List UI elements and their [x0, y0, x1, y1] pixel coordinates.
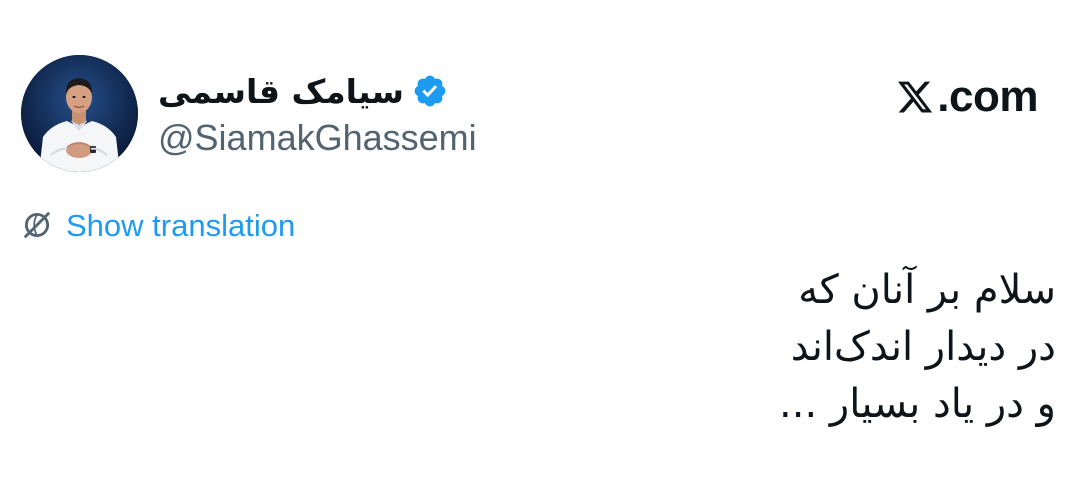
verified-badge-icon — [414, 75, 446, 107]
brand-domain: .com — [937, 72, 1038, 121]
tweet-text: سلام بر آنان که در دیدار اندک‌اند و در ی… — [356, 262, 1056, 433]
avatar[interactable] — [21, 55, 138, 172]
brand-logo: .com — [895, 72, 1038, 122]
author-handle[interactable]: @SiamakGhassemi — [158, 118, 477, 158]
show-translation-label[interactable]: Show translation — [66, 210, 295, 241]
x-logo-icon — [898, 81, 933, 113]
tweet-card: سیامک قاسمی @SiamakGhassemi .com Show tr… — [0, 0, 1080, 489]
tweet-line: و در یاد بسیار ... — [779, 381, 1056, 427]
display-name[interactable]: سیامک قاسمی — [158, 75, 404, 108]
show-translation-link[interactable]: Show translation — [20, 203, 295, 247]
globe-icon — [24, 212, 50, 238]
avatar-photo — [21, 55, 138, 172]
tweet-line: در دیدار اندک‌اند — [790, 324, 1056, 370]
author-name-row[interactable]: سیامک قاسمی — [158, 66, 448, 116]
tweet-line: سلام بر آنان که — [798, 267, 1056, 313]
